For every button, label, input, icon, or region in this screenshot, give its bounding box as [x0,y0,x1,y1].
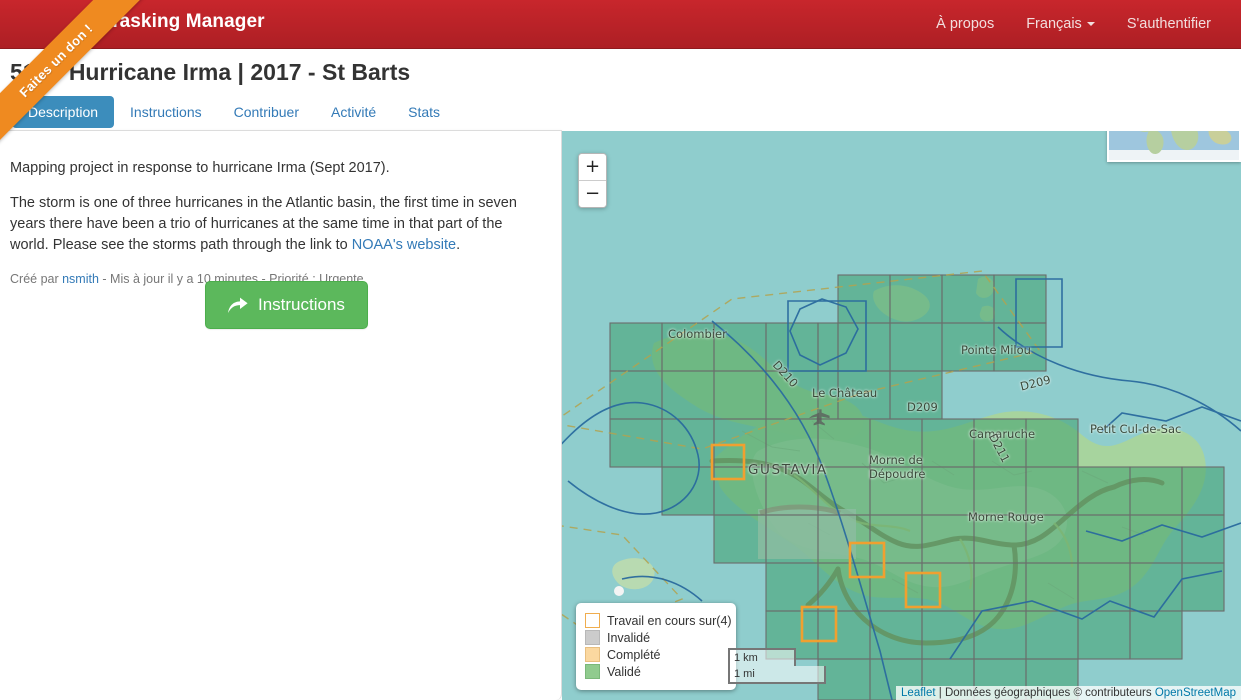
nav-label-about: À propos [936,16,995,32]
nav-label-language: Français [1026,16,1082,32]
minimap-canvas [1109,131,1239,160]
legend-label-in-progress: Travail en cours sur(4) [607,613,732,628]
attribution-text: Données géographiques © contributeurs [944,687,1155,699]
map-container[interactable]: Colombier Pointe Milou D210 Le Château D… [562,131,1241,700]
tab-activite[interactable]: Activité [315,96,392,128]
chevron-down-icon [1086,22,1095,27]
legend-row-in-progress: Travail en cours sur(4) [585,613,732,628]
tab-stats[interactable]: Stats [392,96,456,128]
legend-row-completed: Complété [585,647,727,662]
author-link[interactable]: nsmith [62,272,99,286]
legend-swatch-completed [585,647,600,662]
map-attribution: Leaflet | Données géographiques © contri… [896,686,1241,700]
map-legend: Travail en cours sur(4) Invalidé Complét… [576,603,736,690]
legend-row-invalidated: Invalidé [585,630,727,645]
description-paragraph-1: Mapping project in response to hurricane… [10,160,390,176]
brand-title: M Tasking Manager [88,11,265,32]
instructions-button-label: Instructions [258,295,345,314]
world-minimap[interactable] [1107,131,1241,162]
meta-created-prefix: Créé par [10,272,63,286]
nav-label-signin: S'authentifier [1126,16,1211,32]
nav-link-language[interactable]: Français [1010,0,1111,48]
attribution-separator: | [935,687,945,699]
nav-link-about[interactable]: À propos [920,0,1010,48]
tab-contribuer[interactable]: Contribuer [218,96,315,128]
tab-description[interactable]: Description [12,96,115,128]
page-title: 514 - Hurricane Irma | 2017 - St Barts [10,59,411,85]
legend-row-validated: Validé [585,664,727,679]
description-panel: Mapping project in response to hurricane… [0,131,562,700]
map-scale: 1 km 1 mi [728,648,826,684]
page-root: M Tasking Manager À propos Français S'au… [0,0,1241,700]
zoom-control: + − [578,153,607,208]
top-navbar: M Tasking Manager À propos Français S'au… [0,0,1241,49]
openstreetmap-link[interactable]: OpenStreetMap [1155,687,1236,699]
scale-bar-mi: 1 mi [728,666,826,684]
noaa-website-link[interactable]: NOAA's website [352,237,456,253]
map-marker-dot [614,586,624,596]
description-paragraph-2: The storm is one of three hurricanes in … [10,193,541,256]
scale-bar-km: 1 km [728,648,796,666]
legend-label-invalidated: Invalidé [607,630,651,645]
tab-instructions[interactable]: Instructions [114,96,218,128]
legend-swatch-validated [585,664,600,679]
zoom-out-button[interactable]: − [579,181,606,207]
legend-swatch-in-progress [585,613,600,628]
nav-link-signin[interactable]: S'authentifier [1111,0,1227,48]
instructions-button[interactable]: Instructions [205,281,368,329]
navbar-links: À propos Français S'authentifier [920,0,1227,48]
description-body: Mapping project in response to hurricane… [0,131,561,288]
legend-label-validated: Validé [607,664,641,679]
legend-label-completed: Complété [607,647,661,662]
arrow-share-icon [228,297,248,313]
project-tabs: Description Instructions Contribuer Acti… [12,96,456,128]
legend-swatch-invalidated [585,630,600,645]
description-text-after-link: . [456,237,461,253]
leaflet-link[interactable]: Leaflet [901,687,936,699]
zoom-in-button[interactable]: + [579,154,606,181]
